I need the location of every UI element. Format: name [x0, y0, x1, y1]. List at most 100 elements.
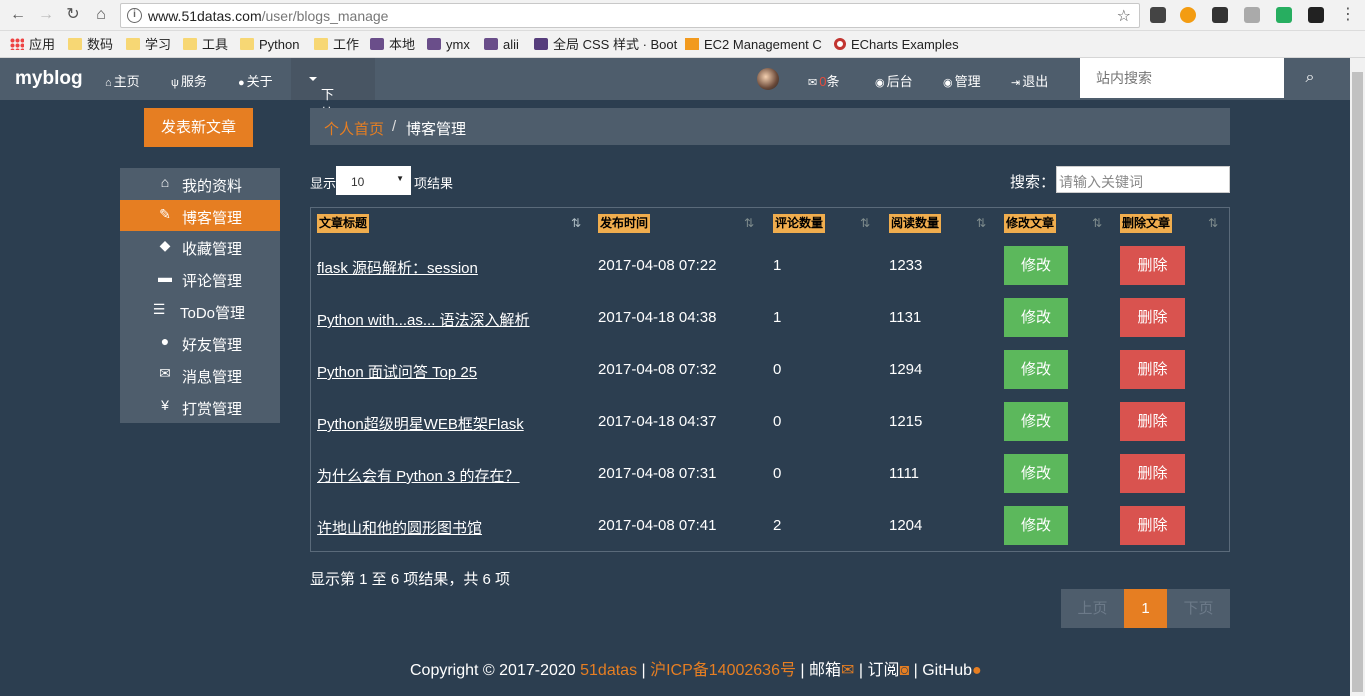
- comment-count: 2: [773, 517, 782, 534]
- delete-button[interactable]: 删除: [1120, 298, 1185, 337]
- forward-arrow-icon[interactable]: →: [36, 5, 56, 25]
- home-icon[interactable]: ⌂: [91, 5, 111, 25]
- bookmark-folder[interactable]: 数码: [68, 36, 113, 54]
- pagination-page[interactable]: 1: [1124, 589, 1167, 628]
- back-arrow-icon[interactable]: ←: [8, 5, 28, 25]
- edit-button[interactable]: 修改: [1004, 246, 1068, 285]
- delete-button[interactable]: 删除: [1120, 402, 1185, 441]
- column-header-date[interactable]: 发布时间 ⇅: [598, 214, 758, 234]
- nav-backend[interactable]: ◉ 后台: [875, 71, 913, 90]
- table-info: 显示第 1 至 6 项结果，共 6 项: [310, 571, 511, 588]
- browser-toolbar: ← → ↻ ⌂ i www.51datas.com/user/blogs_man…: [0, 0, 1365, 31]
- column-header-comments[interactable]: 评论数量 ⇅: [773, 214, 883, 234]
- nav-services[interactable]: ψ 服务: [171, 71, 207, 90]
- sidebar-item-comments[interactable]: ▬ 评论管理: [120, 263, 280, 294]
- sidebar-item-label: 收藏管理: [182, 241, 243, 258]
- edit-button[interactable]: 修改: [1004, 350, 1068, 389]
- bookmark-label: 数码: [87, 37, 114, 52]
- footer-icp-link[interactable]: 沪ICP备14002636号: [650, 662, 796, 679]
- sidebar-item-favorites[interactable]: ◆ 收藏管理: [120, 231, 280, 262]
- bookmark-link[interactable]: alii: [484, 36, 519, 54]
- bookmark-label: 工作: [333, 37, 360, 52]
- pagination-next[interactable]: 下页: [1167, 589, 1230, 628]
- mail-unit: 条: [826, 74, 840, 89]
- bootstrap-icon: [534, 38, 548, 50]
- column-header-delete[interactable]: 删除文章 ⇅: [1120, 214, 1230, 234]
- post-title-link[interactable]: Python with...as... 语法深入解析: [317, 309, 530, 330]
- table-search-input[interactable]: 请输入关键词: [1056, 166, 1230, 193]
- footer-github-link[interactable]: GitHub: [922, 662, 972, 679]
- nav-logout[interactable]: ⇥ 退出: [1011, 71, 1048, 90]
- bookmark-apps[interactable]: 应用: [10, 36, 55, 54]
- nav-dropdown[interactable]: 下拉框: [291, 58, 375, 140]
- post-date: 2017-04-18 04:37: [598, 413, 717, 430]
- reload-icon[interactable]: ↻: [63, 5, 83, 25]
- breadcrumb-home[interactable]: 个人首页: [324, 118, 384, 139]
- bookmark-star-icon[interactable]: ☆: [1117, 6, 1131, 26]
- bookmark-label: Python: [259, 37, 300, 52]
- sidebar-item-profile[interactable]: ⌂ 我的资料: [120, 168, 280, 199]
- sidebar-item-blogs[interactable]: ✎ 博客管理: [120, 200, 280, 231]
- new-post-button[interactable]: 发表新文章: [144, 108, 253, 147]
- envelope-icon[interactable]: ✉: [841, 662, 854, 679]
- site-search-input[interactable]: [1080, 58, 1284, 98]
- footer-copyright: Copyright © 2017-2020: [410, 662, 576, 679]
- edit-button[interactable]: 修改: [1004, 298, 1068, 337]
- nav-manage[interactable]: ◉ 管理: [943, 71, 981, 90]
- delete-button[interactable]: 删除: [1120, 246, 1185, 285]
- column-header-reads[interactable]: 阅读数量 ⇅: [889, 214, 999, 234]
- bookmark-link[interactable]: ECharts Examples: [834, 36, 959, 54]
- avatar[interactable]: [757, 68, 779, 90]
- bookmark-link[interactable]: 本地: [370, 36, 415, 54]
- bookmark-folder[interactable]: Python: [240, 36, 299, 54]
- delete-button[interactable]: 删除: [1120, 454, 1185, 493]
- nav-about[interactable]: ● 关于: [238, 71, 273, 90]
- post-title-link[interactable]: 为什么会有 Python 3 的存在？: [317, 465, 520, 486]
- edit-button[interactable]: 修改: [1004, 402, 1068, 441]
- nav-home[interactable]: ⌂ 主页: [105, 71, 140, 90]
- post-title-link[interactable]: Python 面试问答 Top 25: [317, 361, 477, 382]
- scrollbar-thumb[interactable]: [1352, 72, 1363, 692]
- bookmark-folder[interactable]: 工具: [183, 36, 228, 54]
- delete-button[interactable]: 删除: [1120, 506, 1185, 545]
- bookmark-link[interactable]: 全局 CSS 样式 · Boot: [534, 36, 677, 54]
- sidebar-item-todo[interactable]: ☰ ToDo管理: [120, 295, 280, 326]
- extension-icon[interactable]: [1308, 7, 1324, 23]
- address-bar[interactable]: i www.51datas.com/user/blogs_manage ☆: [120, 3, 1140, 28]
- pagination-prev[interactable]: 上页: [1061, 589, 1124, 628]
- nav-messages[interactable]: ✉ 0条: [808, 71, 839, 90]
- edit-button[interactable]: 修改: [1004, 506, 1068, 545]
- bookmark-link[interactable]: ymx: [427, 36, 470, 54]
- bookmark-link[interactable]: EC2 Management C: [685, 36, 822, 54]
- sidebar-item-friends[interactable]: ● 好友管理: [120, 327, 280, 358]
- page-length-select[interactable]: 10 ▼: [336, 166, 411, 195]
- edit-button[interactable]: 修改: [1004, 454, 1068, 493]
- extension-icon[interactable]: [1150, 7, 1166, 23]
- info-icon[interactable]: i: [127, 8, 142, 23]
- post-date: 2017-04-08 07:41: [598, 517, 717, 534]
- bookmark-folder[interactable]: 工作: [314, 36, 359, 54]
- extension-icon[interactable]: [1244, 7, 1260, 23]
- delete-button[interactable]: 删除: [1120, 350, 1185, 389]
- post-title-link[interactable]: 许地山和他的圆形图书馆: [317, 517, 482, 538]
- column-header-edit[interactable]: 修改文章 ⇅: [1004, 214, 1114, 234]
- bookmark-folder[interactable]: 学习: [126, 36, 171, 54]
- github-icon[interactable]: ●: [972, 662, 982, 679]
- post-title-link[interactable]: flask 源码解析：session: [317, 257, 478, 278]
- extension-icon[interactable]: [1180, 7, 1196, 23]
- sidebar-item-messages[interactable]: ✉ 消息管理: [120, 359, 280, 390]
- footer-mail-link[interactable]: 邮箱: [809, 662, 841, 679]
- footer-site-link[interactable]: 51datas: [580, 662, 637, 679]
- rss-icon[interactable]: ◙: [900, 662, 910, 679]
- extension-icon[interactable]: [1212, 7, 1228, 23]
- brand-logo[interactable]: myblog: [15, 68, 83, 90]
- footer-subscribe-link[interactable]: 订阅: [868, 662, 900, 679]
- menu-icon[interactable]: ⋮: [1338, 5, 1358, 25]
- post-title-link[interactable]: Python超级明星WEB框架Flask: [317, 413, 524, 434]
- sidebar-item-rewards[interactable]: ¥ 打赏管理: [120, 391, 280, 422]
- scrollbar[interactable]: [1350, 58, 1365, 696]
- footer-separator: |: [795, 662, 810, 679]
- column-header-title[interactable]: 文章标题 ⇅: [317, 214, 593, 234]
- extension-icon[interactable]: [1276, 7, 1292, 23]
- search-icon[interactable]: ⌕: [1284, 58, 1336, 100]
